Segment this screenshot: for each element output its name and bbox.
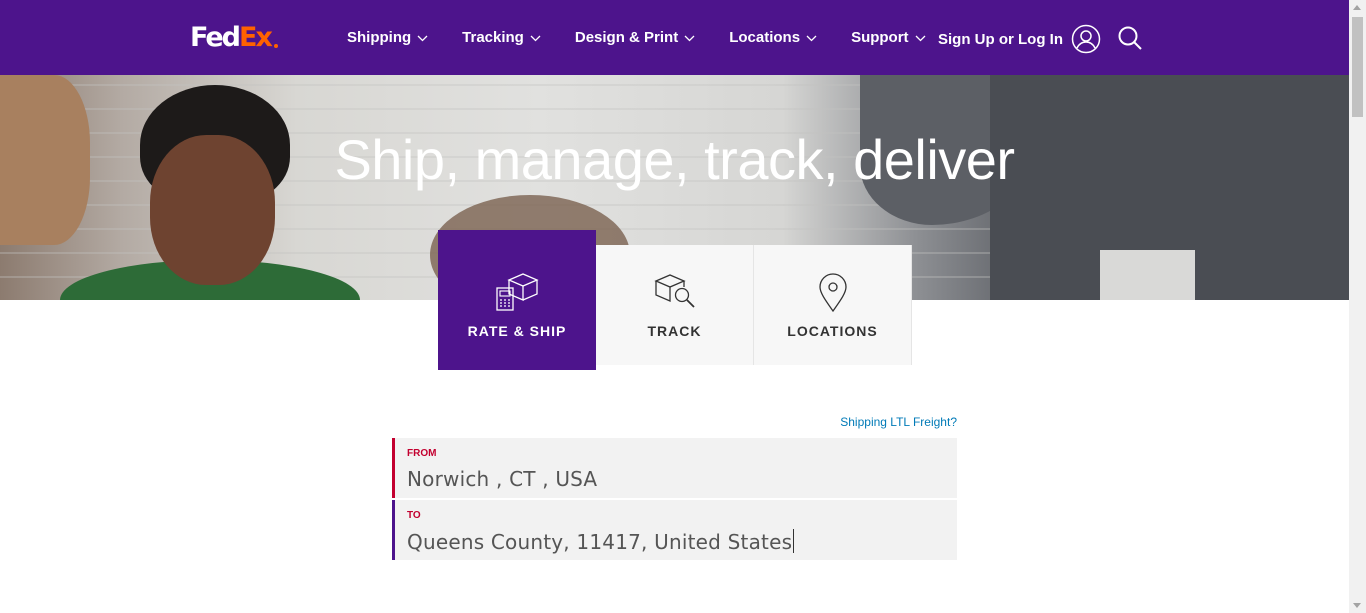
tab-locations[interactable]: LOCATIONS — [754, 245, 912, 365]
nav-tracking[interactable]: Tracking — [462, 27, 541, 49]
search-button[interactable] — [1117, 25, 1143, 56]
sign-in-label: Sign Up or Log In — [938, 30, 1063, 48]
chevron-down-icon — [806, 35, 817, 41]
hero-title: Ship, manage, track, deliver — [334, 128, 1015, 191]
user-avatar-icon — [1071, 24, 1101, 54]
chevron-down-icon — [684, 35, 695, 41]
sign-in-button[interactable]: Sign Up or Log In — [938, 24, 1101, 54]
hero-decor-cuff — [1100, 250, 1195, 300]
fedex-logo[interactable]: FedEx — [190, 22, 278, 54]
nav-locations-label: Locations — [729, 29, 801, 46]
scroll-down-icon[interactable] — [1353, 603, 1361, 608]
tab-locations-label: LOCATIONS — [787, 323, 878, 339]
nav-shipping-label: Shipping — [347, 29, 412, 46]
page-scrollbar[interactable] — [1349, 0, 1366, 613]
chevron-down-icon — [915, 35, 926, 41]
track-package-icon — [653, 274, 695, 308]
nav-design-print-label: Design & Print — [574, 29, 679, 46]
scroll-up-icon[interactable] — [1353, 5, 1361, 10]
to-input-value: Queens County, 11417, United States — [407, 530, 793, 554]
chevron-down-icon — [530, 35, 541, 41]
nav-locations[interactable]: Locations — [729, 27, 817, 49]
nav-tracking-label: Tracking — [462, 29, 524, 46]
ltl-freight-link[interactable]: Shipping LTL Freight? — [840, 415, 957, 429]
scrollbar-thumb[interactable] — [1352, 17, 1363, 117]
tab-track-label: TRACK — [647, 323, 702, 339]
nav-support-label: Support — [851, 29, 909, 46]
from-label: FROM — [407, 448, 437, 459]
site-header: FedEx Shipping Tracking Design & Print L… — [0, 0, 1349, 75]
text-cursor — [793, 529, 795, 553]
search-icon — [1118, 26, 1142, 50]
chevron-down-icon — [417, 35, 428, 41]
from-field[interactable]: FROM Norwich , CT , USA — [392, 438, 957, 498]
tab-rate-ship-label: RATE & SHIP — [467, 323, 567, 339]
to-field[interactable]: TO Queens County, 11417, United States — [392, 500, 957, 560]
from-input[interactable]: Norwich , CT , USA — [407, 467, 597, 491]
main-nav: Shipping Tracking Design & Print Locatio… — [347, 27, 960, 49]
tab-track[interactable]: TRACK — [596, 245, 754, 365]
location-pin-icon — [818, 273, 847, 313]
service-tabs: RATE & SHIP TRACK LOCATIONS — [438, 230, 912, 370]
to-label: TO — [407, 510, 421, 521]
nav-support[interactable]: Support — [851, 27, 926, 49]
rate-ship-icon — [496, 273, 539, 311]
to-input[interactable]: Queens County, 11417, United States — [407, 529, 795, 554]
nav-shipping[interactable]: Shipping — [347, 27, 428, 49]
tab-rate-ship[interactable]: RATE & SHIP — [438, 230, 596, 370]
nav-design-print[interactable]: Design & Print — [575, 27, 695, 49]
